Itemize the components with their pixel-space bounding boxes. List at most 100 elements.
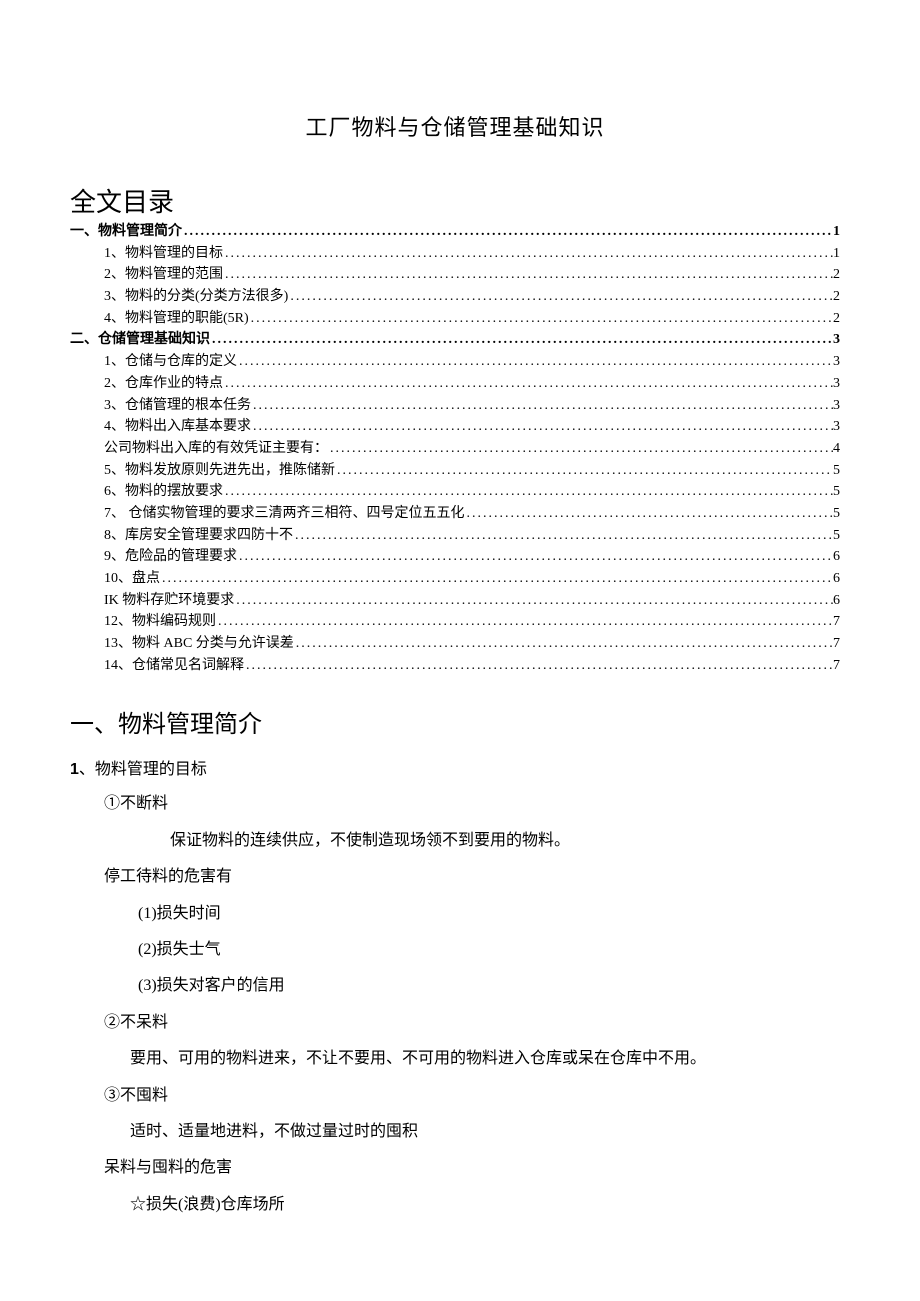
toc-entry: 3、仓储管理的根本任务 3 — [70, 395, 840, 417]
toc-entry: 公司物料出入库的有效凭证主要有： 4 — [70, 438, 840, 460]
toc-entry-page: 2 — [833, 308, 840, 330]
toc-entry-label: IK 物料存贮环境要求 — [104, 590, 234, 612]
toc-entry-label: 公司物料出入库的有效凭证主要有： — [104, 438, 328, 460]
section-heading-1: 一、物料管理简介 — [70, 704, 840, 739]
toc-leader-dots — [223, 373, 833, 395]
toc-entry: 8、库房安全管理要求四防十不5 — [70, 525, 840, 547]
toc-entry-label: 1、仓储与仓库的定义 — [104, 351, 237, 373]
subsection-number: 1 — [70, 761, 79, 778]
toc-leader-dots — [210, 329, 833, 351]
toc-entry-page: 5 — [833, 525, 840, 547]
toc-entry-page: 3 — [833, 395, 840, 417]
toc-entry-page: 3 — [833, 373, 840, 395]
toc-entry-label: 4、物料管理的职能(5R) — [104, 308, 249, 330]
toc-leader-dots — [335, 460, 833, 482]
toc-entry-label: 2、物料管理的范围 — [104, 264, 223, 286]
toc-leader-dots — [237, 546, 833, 568]
toc-entry: 2、物料管理的范围 2 — [70, 264, 840, 286]
toc-leader-dots — [465, 503, 834, 525]
toc-entry: 2、仓库作业的特点 3 — [70, 373, 840, 395]
toc-entry-label: 1、物料管理的目标 — [104, 243, 223, 265]
toc-entry-page: 3 — [833, 351, 840, 373]
toc-entry: 4、物料出入库基本要求 3 — [70, 416, 840, 438]
toc-leader-dots — [244, 655, 833, 677]
toc-header: 全文目录 — [70, 182, 840, 219]
toc-leader-dots — [328, 438, 833, 460]
body-text: 适时、适量地进料，不做过量过时的囤积 — [70, 1121, 840, 1143]
body-text: (2)损失士气 — [70, 939, 840, 961]
toc-leader-dots — [223, 264, 833, 286]
toc-leader-dots — [249, 308, 833, 330]
toc-entry: 9、危险品的管理要求 6 — [70, 546, 840, 568]
toc-leader-dots — [237, 351, 833, 373]
toc-entry: 10、盘点 6 — [70, 568, 840, 590]
subsection-text: 、物料管理的目标 — [79, 761, 207, 778]
toc-entry-label: 12、物料编码规则 — [104, 611, 216, 633]
toc-entry-page: 6 — [833, 590, 840, 612]
toc-entry-page: 2 — [833, 286, 840, 308]
toc-entry-label: 2、仓库作业的特点 — [104, 373, 223, 395]
toc-entry-page: 3 — [833, 416, 840, 438]
toc-entry-page: 2 — [833, 264, 840, 286]
body-text: ①不断料 — [70, 793, 840, 815]
toc-entry-page: 7 — [833, 633, 840, 655]
toc-entry: 5、物料发放原则先进先出，推陈储新 5 — [70, 460, 840, 482]
body-text: 停工待料的危害有 — [70, 866, 840, 888]
toc-leader-dots — [251, 395, 833, 417]
toc-leader-dots — [160, 568, 833, 590]
toc-leader-dots — [182, 221, 833, 243]
toc-entry-label: 3、仓储管理的根本任务 — [104, 395, 251, 417]
toc-entry-page: 5 — [833, 503, 840, 525]
subsection-heading-1-1: 1、物料管理的目标 — [70, 755, 840, 779]
toc-entry-label: 10、盘点 — [104, 568, 160, 590]
toc-entry: 1、仓储与仓库的定义 3 — [70, 351, 840, 373]
toc-entry: 12、物料编码规则 7 — [70, 611, 840, 633]
toc-entry-page: 7 — [833, 655, 840, 677]
toc-entry-page: 3 — [833, 329, 840, 351]
toc-entry-page: 4 — [833, 438, 840, 460]
toc-entry-label: 6、物料的摆放要求 — [104, 481, 223, 503]
toc-entry-page: 1 — [833, 221, 840, 243]
toc-leader-dots — [223, 481, 833, 503]
toc-entry: IK 物料存贮环境要求 6 — [70, 590, 840, 612]
body-text: ☆损失(浪费)仓库场所 — [70, 1194, 840, 1216]
toc-leader-dots — [216, 611, 833, 633]
toc-entry-page: 6 — [833, 546, 840, 568]
toc-entry-label: 4、物料出入库基本要求 — [104, 416, 251, 438]
toc-leader-dots — [223, 243, 833, 265]
table-of-contents: 一、物料管理简介11、物料管理的目标12、物料管理的范围23、物料的分类(分类方… — [70, 221, 840, 676]
document-page: 工厂物料与仓储管理基础知识 全文目录 一、物料管理简介11、物料管理的目标12、… — [0, 0, 920, 1290]
toc-entry-label: 5、物料发放原则先进先出，推陈储新 — [104, 460, 335, 482]
toc-entry: 一、物料管理简介 1 — [70, 221, 840, 243]
toc-entry: 14、仓储常见名词解释 7 — [70, 655, 840, 677]
toc-entry-label: 二、仓储管理基础知识 — [70, 329, 210, 351]
toc-entry-label: 9、危险品的管理要求 — [104, 546, 237, 568]
toc-leader-dots — [234, 590, 833, 612]
body-text: ③不囤料 — [70, 1085, 840, 1107]
body-text: 要用、可用的物料进来，不让不要用、不可用的物料进入仓库或呆在仓库中不用。 — [70, 1048, 840, 1070]
toc-entry-label: 一、物料管理简介 — [70, 221, 182, 243]
toc-entry-label: 13、物料 ABC 分类与允许误差 — [104, 633, 294, 655]
toc-entry-page: 1 — [833, 243, 840, 265]
toc-entry: 6、物料的摆放要求 5 — [70, 481, 840, 503]
body-text: (1)损失时间 — [70, 903, 840, 925]
toc-entry: 4、物料管理的职能(5R) 2 — [70, 308, 840, 330]
toc-entry-page: 5 — [833, 460, 840, 482]
body-text: ②不呆料 — [70, 1012, 840, 1034]
document-title: 工厂物料与仓储管理基础知识 — [70, 110, 840, 142]
toc-entry-page: 7 — [833, 611, 840, 633]
toc-entry: 13、物料 ABC 分类与允许误差 7 — [70, 633, 840, 655]
toc-leader-dots — [293, 525, 833, 547]
body-text: 保证物料的连续供应，不使制造现场领不到要用的物料。 — [70, 830, 840, 852]
toc-entry-label: 7、 仓储实物管理的要求三清两齐三相符、四号定位五五化 — [104, 503, 465, 525]
toc-entry: 7、 仓储实物管理的要求三清两齐三相符、四号定位五五化 5 — [70, 503, 840, 525]
body-text: 呆料与囤料的危害 — [70, 1157, 840, 1179]
body-text: (3)损失对客户的信用 — [70, 975, 840, 997]
toc-entry-page: 5 — [833, 481, 840, 503]
toc-entry-label: 3、物料的分类(分类方法很多) — [104, 286, 288, 308]
toc-entry-label: 14、仓储常见名词解释 — [104, 655, 244, 677]
toc-leader-dots — [288, 286, 833, 308]
toc-leader-dots — [294, 633, 833, 655]
toc-entry-page: 6 — [833, 568, 840, 590]
toc-entry: 3、物料的分类(分类方法很多) 2 — [70, 286, 840, 308]
